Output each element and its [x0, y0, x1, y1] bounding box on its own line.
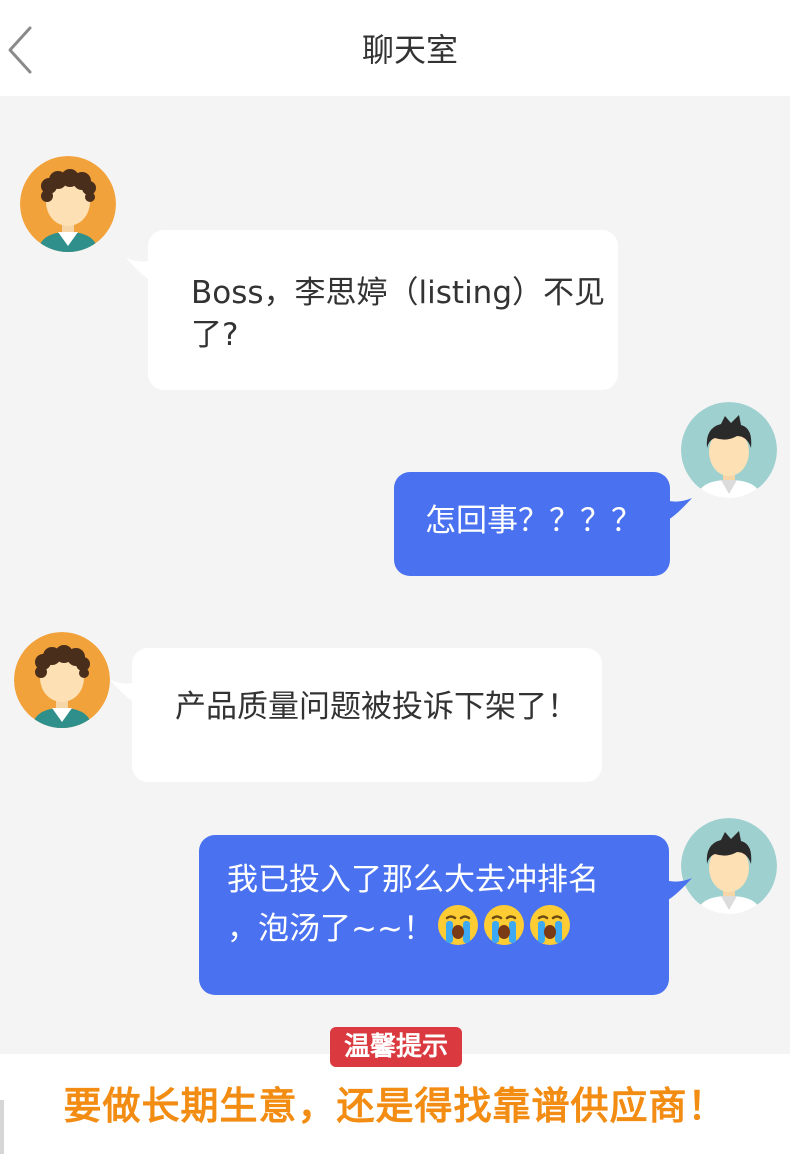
- crying-face-icon: [529, 905, 570, 945]
- message-bubble-incoming[interactable]: 产品质量问题被投诉下架了！: [132, 648, 602, 782]
- man-avatar-icon: [681, 818, 777, 914]
- message-text: 产品质量问题被投诉下架了！: [175, 689, 578, 725]
- boy-avatar-icon: [14, 632, 110, 728]
- message-text: ，泡汤了~~！: [227, 911, 434, 947]
- crying-face-icon: [483, 905, 524, 945]
- message-bubble-outgoing[interactable]: 怎回事？？？？: [394, 472, 670, 576]
- avatar-man-spiky[interactable]: [681, 818, 777, 914]
- avatar-boy-curly[interactable]: [20, 156, 116, 252]
- man-avatar-icon: [681, 402, 777, 498]
- message-text-line2: ，泡汤了~~！: [227, 903, 659, 950]
- message-text: 了?: [191, 317, 239, 353]
- message-bubble-incoming[interactable]: Boss，李思婷（listing）不见 了?: [148, 230, 618, 390]
- boy-avatar-icon: [20, 156, 116, 252]
- chat-header: 聊天室: [0, 0, 790, 96]
- message-bubble-outgoing[interactable]: 我已投入了那么大去冲排名 ，泡汤了~~！: [199, 835, 669, 995]
- avatar-boy-curly[interactable]: [14, 632, 110, 728]
- slogan-text: 要做长期生意，还是得找靠谱供应商！: [63, 1084, 727, 1128]
- page-title: 聊天室: [361, 31, 458, 69]
- avatar-man-spiky[interactable]: [681, 402, 777, 498]
- message-text: 我已投入了那么大去冲排名: [227, 862, 599, 898]
- crying-face-icon: [437, 905, 478, 945]
- message-text: 怎回事？？？？: [425, 503, 642, 539]
- chat-area[interactable]: Boss，李思婷（listing）不见 了? 怎回事？？？？ 产品质量问题被投诉…: [0, 96, 790, 1054]
- message-text: Boss，李思婷（listing）不见: [191, 275, 606, 311]
- tip-badge: 温馨提示: [330, 1027, 462, 1067]
